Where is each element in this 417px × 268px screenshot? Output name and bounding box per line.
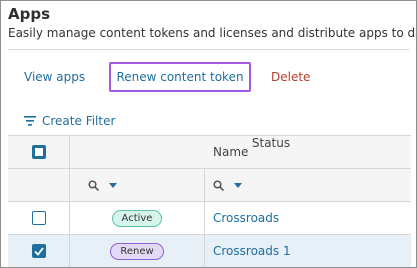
renew-content-token-button[interactable]: Renew content token bbox=[109, 62, 251, 92]
select-all-checkbox[interactable] bbox=[31, 145, 46, 159]
chevron-down-icon bbox=[109, 182, 117, 188]
checkmark-icon bbox=[33, 246, 44, 256]
table-filter-row bbox=[8, 169, 411, 202]
create-filter-button[interactable]: Create Filter bbox=[24, 111, 115, 130]
view-apps-link[interactable]: View apps bbox=[24, 70, 85, 84]
chevron-down-icon bbox=[234, 182, 242, 188]
table-header-row: Status Name bbox=[8, 136, 411, 169]
status-search-filter[interactable] bbox=[88, 179, 117, 191]
table-row[interactable]: Renew Crossroads 1 bbox=[8, 235, 411, 267]
apps-panel: Apps Easily manage content tokens and li… bbox=[0, 0, 417, 268]
search-icon bbox=[213, 179, 224, 191]
page-title: Apps bbox=[8, 5, 51, 23]
header-divider bbox=[8, 49, 409, 50]
app-name-link[interactable]: Crossroads 1 bbox=[213, 244, 291, 258]
page-subtitle: Easily manage content tokens and license… bbox=[8, 26, 417, 40]
partial-square-icon bbox=[34, 148, 43, 156]
name-search-filter[interactable] bbox=[213, 179, 242, 191]
row-checkbox[interactable] bbox=[31, 211, 46, 225]
status-badge: Renew bbox=[110, 242, 164, 260]
delete-button[interactable]: Delete bbox=[271, 70, 310, 84]
row-checkbox[interactable] bbox=[31, 244, 46, 258]
filter-lines-icon bbox=[24, 111, 36, 130]
app-name-link[interactable]: Crossroads bbox=[213, 211, 279, 225]
name-column-header: Name bbox=[213, 145, 249, 159]
apps-table: Status Name Active Crossroads Renew Cros… bbox=[8, 135, 411, 267]
search-icon bbox=[88, 179, 99, 191]
create-filter-label: Create Filter bbox=[42, 113, 116, 128]
renew-content-token-label: Renew content token bbox=[116, 70, 244, 84]
status-badge: Active bbox=[111, 209, 163, 227]
table-row[interactable]: Active Crossroads bbox=[8, 202, 411, 235]
